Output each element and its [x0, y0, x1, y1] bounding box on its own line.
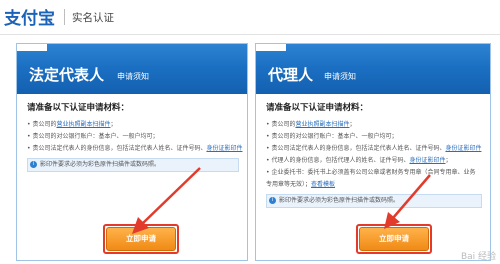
list-item: • 贵公司的对公银行账户：基本户、一般户均可； [266, 131, 482, 143]
requirements-title: 请准备以下认证申请材料： [266, 103, 369, 113]
header-divider [64, 9, 65, 25]
item-text: • 代理人的身份信息，包括代理人的姓名、证件号码、 [266, 157, 410, 164]
card-body: 请准备以下认证申请材料： • 贵公司的营业执照副本扫描件； • 贵公司的对公银行… [27, 101, 242, 172]
list-item: • 贵公司的对公银行账户：基本户、一般户均可； [27, 131, 239, 143]
notice-text: 影印件要求必须为彩色原件扫描件或数码照。 [40, 161, 161, 168]
alipay-logo[interactable]: 支付宝 [4, 4, 55, 29]
tab-notch [256, 44, 286, 51]
business-license-link[interactable]: 营业执照副本扫描件 [295, 121, 349, 128]
legal-representative-card: 法定代表人 申请须知 请准备以下认证申请材料： • 贵公司的营业执照副本扫描件；… [16, 43, 248, 261]
item-text: • 贵公司的 [27, 121, 57, 128]
apply-now-button[interactable]: 立即申请 [103, 224, 179, 254]
card-title: 代理人 [268, 66, 314, 84]
card-header: 法定代表人 申请须知 [17, 44, 247, 94]
requirements-title: 请准备以下认证申请材料： [27, 103, 130, 113]
card-body: 请准备以下认证申请材料： • 贵公司的营业执照副本扫描件； • 贵公司的对公银行… [266, 101, 482, 208]
watermark: Bai 经验 [460, 252, 496, 262]
item-text: ； [110, 121, 117, 128]
item-text: • 贵公司法定代表人的身份信息，包括法定代表人姓名、证件号码、 [266, 145, 446, 152]
item-text: • 企业委托书：委托书上必须盖有公司公章或者财务专用章（合同专用章、业务 [266, 169, 476, 176]
item-text: • 贵公司的对公银行账户：基本户、一般户均可； [266, 133, 398, 140]
id-card-copy-link[interactable]: 身份证影印件 [445, 145, 481, 152]
info-icon: i [30, 161, 37, 168]
agent-card: 代理人 申请须知 请准备以下认证申请材料： • 贵公司的营业执照副本扫描件； •… [255, 43, 491, 261]
item-text: 专用章等无效）； [266, 181, 312, 188]
list-item: • 企业委托书：委托书上必须盖有公司公章或者财务专用章（合同专用章、业务 [266, 167, 482, 179]
item-text: • 贵公司的对公银行账户：基本户、一般户均可； [27, 133, 159, 140]
notice-text: 影印件要求必须为彩色原件扫描件或数码照。 [279, 197, 400, 204]
item-text: ； [445, 157, 452, 164]
id-card-copy-link[interactable]: 身份证影印件 [206, 145, 242, 152]
card-title: 法定代表人 [29, 66, 105, 84]
list-item: • 贵公司法定代表人的身份信息，包括法定代表人姓名、证件号码、身份证影印件 [27, 143, 242, 155]
card-subtitle: 申请须知 [324, 72, 356, 81]
list-item: • 贵公司的营业执照副本扫描件； [266, 119, 482, 131]
list-item: • 代理人的身份信息，包括代理人的姓名、证件号码、身份证影印件； [266, 155, 482, 167]
page-title: 实名认证 [72, 12, 114, 24]
item-text: • 贵公司的 [266, 121, 296, 128]
item-text: • 贵公司法定代表人的身份信息，包括法定代表人姓名、证件号码、 [27, 145, 207, 152]
list-item: 专用章等无效）；查看模板 [266, 179, 482, 191]
notice-bar: i 影印件要求必须为彩色原件扫描件或数码照。 [27, 158, 239, 172]
card-header: 代理人 申请须知 [256, 44, 490, 94]
item-text: ； [349, 121, 356, 128]
business-license-link[interactable]: 营业执照副本扫描件 [56, 121, 110, 128]
view-template-link[interactable]: 查看模板 [311, 181, 335, 188]
apply-now-button[interactable]: 立即申请 [356, 224, 432, 254]
list-item: • 贵公司法定代表人的身份信息，包括法定代表人姓名、证件号码、身份证影印件 [266, 143, 482, 155]
notice-bar: i 影印件要求必须为彩色原件扫描件或数码照。 [266, 194, 482, 208]
info-icon: i [269, 197, 276, 204]
agent-id-card-copy-link[interactable]: 身份证影印件 [409, 157, 445, 164]
card-subtitle: 申请须知 [117, 72, 149, 81]
list-item: • 贵公司的营业执照副本扫描件； [27, 119, 239, 131]
tab-notch [17, 44, 47, 51]
top-bar: 支付宝 实名认证 [0, 0, 500, 35]
